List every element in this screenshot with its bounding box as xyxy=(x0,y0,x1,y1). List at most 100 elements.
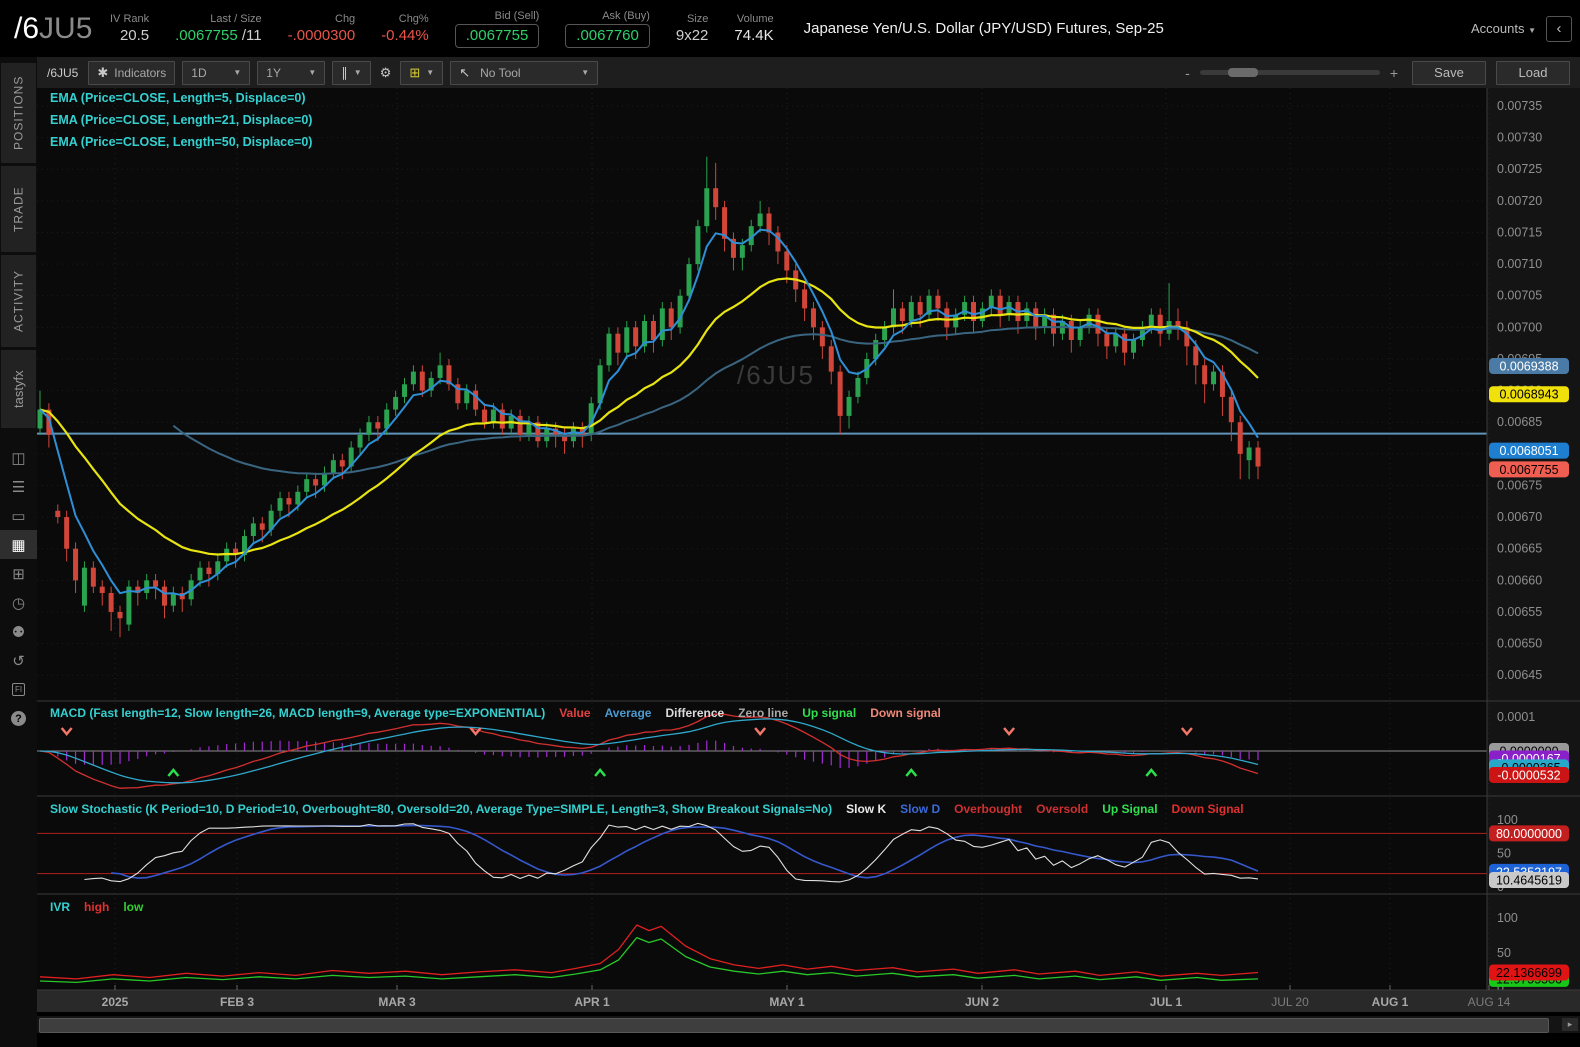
svg-text:0.00660: 0.00660 xyxy=(1497,573,1542,587)
svg-text:0.00705: 0.00705 xyxy=(1497,289,1542,303)
svg-text:0.00665: 0.00665 xyxy=(1497,542,1542,556)
svg-text:AUG 1: AUG 1 xyxy=(1372,995,1409,1009)
chg-field: Chg -.0000300 xyxy=(287,12,356,44)
svg-text:EMA (Price=CLOSE, Length=5, Di: EMA (Price=CLOSE, Length=5, Displace=0) xyxy=(50,91,306,105)
svg-text:80.0000000: 80.0000000 xyxy=(1496,827,1562,841)
toolbar-symbol-label: /6JU5 xyxy=(47,65,79,80)
list-icon[interactable]: ☰ xyxy=(0,472,37,501)
chart-toolbar: /6JU5 ✱ Indicators 1D ▼ 1Y ▼ ∥ ▼ ⚙ ⊞ ▼ ↖ N… xyxy=(37,57,1580,89)
grid-layout-icon[interactable]: ⊞ xyxy=(0,559,37,588)
symbol-header: /6JU5 IV Rank 20.5 Last / Size .0067755 … xyxy=(0,0,1580,57)
sidebar-tab-tastyfx[interactable]: tastyfx xyxy=(1,350,36,428)
range-dropdown[interactable]: 1Y ▼ xyxy=(257,60,326,85)
layout-dropdown[interactable]: ⊞ ▼ xyxy=(400,60,444,85)
iv-rank-field: IV Rank 20.5 xyxy=(110,12,150,44)
chevron-down-icon: ▼ xyxy=(233,68,242,77)
svg-text:50: 50 xyxy=(1497,847,1511,861)
left-sidebar: POSITIONS TRADE ACTIVITY tastyfx ◫ ☰ ▭ ▦… xyxy=(0,57,37,1047)
instrument-title: Japanese Yen/U.S. Dollar (JPY/USD) Futur… xyxy=(803,20,1164,37)
cursor-icon: ↖ xyxy=(459,64,471,80)
svg-text:0.00710: 0.00710 xyxy=(1497,257,1542,271)
chevron-down-icon: ▼ xyxy=(308,68,317,77)
svg-text:-0.0000532: -0.0000532 xyxy=(1497,768,1560,782)
sidebar-tab-activity[interactable]: ACTIVITY xyxy=(1,255,36,347)
sidebar-tab-trade[interactable]: TRADE xyxy=(1,166,36,252)
trading-app: /6JU5 IV Rank 20.5 Last / Size .0067755 … xyxy=(0,0,1580,1047)
chg-pct-value: -0.44% xyxy=(381,26,429,44)
chevron-down-icon: ▼ xyxy=(581,68,590,77)
ask-button[interactable]: .0067760 xyxy=(565,24,650,48)
collapse-panel-button[interactable]: ‹ xyxy=(1546,15,1572,42)
svg-text:JUN 2: JUN 2 xyxy=(965,995,999,1009)
community-icon[interactable]: ⚉ xyxy=(0,617,37,646)
sidebar-tab-positions[interactable]: POSITIONS xyxy=(1,63,36,163)
scroll-right-arrow-icon[interactable]: ▸ xyxy=(1562,1018,1578,1031)
ask-field: Ask (Buy) .0067760 xyxy=(565,9,650,48)
zoom-slider[interactable] xyxy=(1199,68,1380,77)
size-value: 9x22 xyxy=(675,26,709,44)
svg-text:0.00645: 0.00645 xyxy=(1497,668,1542,682)
symbol-title: /6JU5 xyxy=(14,11,93,45)
svg-text:EMA (Price=CLOSE, Length=50, D: EMA (Price=CLOSE, Length=50, Displace=0) xyxy=(50,135,312,149)
chart-canvas[interactable]: 0.00735 0.00730 0.00725 0.00720 0.00715 0.007… xyxy=(37,88,1580,1012)
help-icon[interactable]: ? xyxy=(0,704,37,733)
chevron-down-icon: ▼ xyxy=(353,68,362,77)
svg-text:/6JU5: /6JU5 xyxy=(737,360,815,390)
svg-text:0.00720: 0.00720 xyxy=(1497,194,1542,208)
svg-text:0.0068051: 0.0068051 xyxy=(1499,444,1558,458)
svg-text:50: 50 xyxy=(1497,946,1511,960)
watchlist-icon[interactable]: ◫ xyxy=(0,443,37,472)
scrollbar-thumb[interactable] xyxy=(39,1018,1549,1033)
svg-text:APR 1: APR 1 xyxy=(574,995,610,1009)
svg-text:0.00715: 0.00715 xyxy=(1497,225,1542,239)
svg-text:MAR 3: MAR 3 xyxy=(378,995,416,1009)
svg-text:100: 100 xyxy=(1497,911,1518,925)
last-size-field: Last / Size .0067755 /11 xyxy=(175,12,262,44)
svg-text:MACD (Fast length=12, Slow len: MACD (Fast length=12, Slow length=26, MA… xyxy=(50,706,941,720)
calendar-back-icon[interactable]: ↺ xyxy=(0,646,37,675)
svg-text:JUL 20: JUL 20 xyxy=(1271,995,1309,1009)
svg-text:0.0001: 0.0001 xyxy=(1497,710,1535,724)
load-button[interactable]: Load xyxy=(1496,60,1570,85)
settings-button[interactable]: ⚙ xyxy=(378,62,394,84)
chg-value: -.0000300 xyxy=(287,26,356,44)
volume-value: 74.4K xyxy=(734,26,774,44)
svg-text:0.00730: 0.00730 xyxy=(1497,131,1542,145)
svg-text:0.00735: 0.00735 xyxy=(1497,99,1542,113)
bid-button[interactable]: .0067755 xyxy=(454,24,540,48)
save-button[interactable]: Save xyxy=(1412,60,1486,85)
zoom-out-button[interactable]: - xyxy=(1185,65,1190,81)
svg-text:IVRhighlow: IVR high low xyxy=(50,900,144,914)
drawing-tool-dropdown[interactable]: ↖ No Tool ▼ xyxy=(450,60,599,85)
fi-icon[interactable]: FI xyxy=(0,675,37,704)
svg-text:0.00725: 0.00725 xyxy=(1497,162,1542,176)
media-icon[interactable]: ▭ xyxy=(0,501,37,530)
zoom-slider-handle[interactable] xyxy=(1227,68,1258,77)
last-price: .0067755 xyxy=(175,26,238,44)
chevron-down-icon: ▼ xyxy=(1528,26,1536,35)
indicators-button[interactable]: ✱ Indicators xyxy=(88,60,176,85)
chart-icon[interactable]: ▦ xyxy=(0,530,37,559)
svg-text:0.0067755: 0.0067755 xyxy=(1499,463,1558,477)
svg-text:0.00675: 0.00675 xyxy=(1497,478,1542,492)
accounts-dropdown[interactable]: Accounts ▼ xyxy=(1471,21,1536,36)
volume-field: Volume 74.4K xyxy=(734,12,774,44)
svg-text:0.00670: 0.00670 xyxy=(1497,510,1542,524)
iv-rank-value: 20.5 xyxy=(119,26,150,44)
svg-text:22.1366699: 22.1366699 xyxy=(1496,966,1562,980)
indicators-icon: ✱ xyxy=(97,64,109,80)
history-icon[interactable]: ◷ xyxy=(0,588,37,617)
svg-text:0.00655: 0.00655 xyxy=(1497,605,1542,619)
zoom-in-button[interactable]: + xyxy=(1390,65,1398,81)
svg-text:10.4645619: 10.4645619 xyxy=(1496,873,1562,887)
chg-pct-field: Chg% -0.44% xyxy=(381,12,429,44)
horizontal-scrollbar[interactable]: ▸ xyxy=(37,1016,1580,1033)
svg-text:0.0068943: 0.0068943 xyxy=(1499,388,1558,402)
bid-field: Bid (Sell) .0067755 xyxy=(454,9,540,48)
chart-type-dropdown[interactable]: ∥ ▼ xyxy=(332,60,371,85)
grid-globe-icon: ⊞ xyxy=(409,64,421,80)
last-size: /11 xyxy=(237,26,262,44)
svg-text:0.00650: 0.00650 xyxy=(1497,637,1542,651)
svg-text:MAY 1: MAY 1 xyxy=(769,995,805,1009)
timeframe-dropdown[interactable]: 1D ▼ xyxy=(182,60,251,85)
